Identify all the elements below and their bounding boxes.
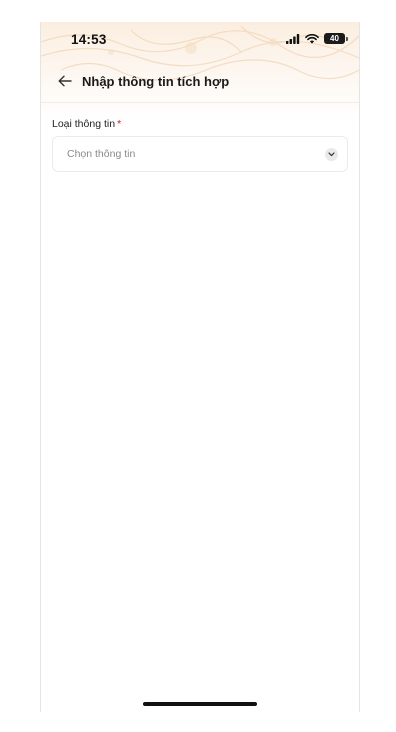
app-screen: 14:53 40 Nhập thông tin tích hợp Loại th… bbox=[40, 22, 360, 712]
chevron-down-icon bbox=[325, 147, 338, 161]
field-label-info-type: Loại thông tin * bbox=[52, 118, 121, 130]
status-icons: 40 bbox=[286, 33, 348, 44]
navigation-bar: Nhập thông tin tích hợp bbox=[41, 64, 359, 98]
field-label-text: Loại thông tin bbox=[52, 118, 116, 130]
info-type-select[interactable]: Chọn thông tin bbox=[52, 136, 348, 172]
status-time: 14:53 bbox=[71, 32, 107, 47]
signal-icon bbox=[286, 33, 300, 44]
header-divider bbox=[41, 102, 359, 103]
status-bar: 14:53 40 bbox=[41, 22, 359, 60]
home-indicator[interactable] bbox=[143, 702, 257, 706]
back-button[interactable] bbox=[53, 69, 77, 93]
page-title: Nhập thông tin tích hợp bbox=[82, 73, 230, 89]
arrow-left-icon bbox=[58, 75, 72, 87]
wifi-icon bbox=[305, 33, 319, 44]
required-mark: * bbox=[117, 118, 122, 130]
select-placeholder: Chọn thông tin bbox=[67, 148, 136, 160]
battery-icon: 40 bbox=[324, 33, 348, 44]
